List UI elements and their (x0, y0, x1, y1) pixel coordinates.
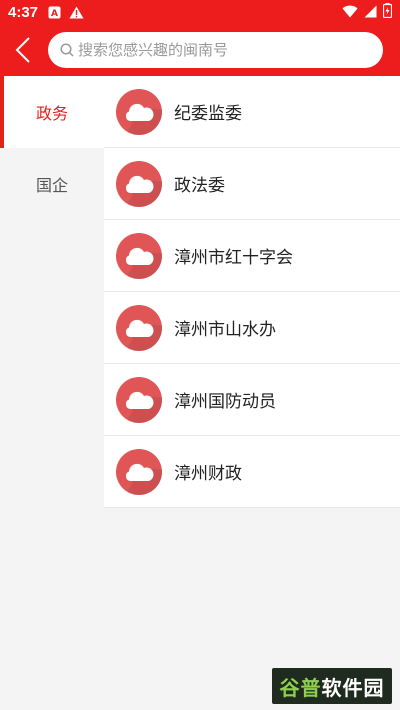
cloud-icon (125, 319, 154, 337)
battery-icon (382, 2, 393, 22)
list-item[interactable]: 漳州市红十字会 (104, 220, 400, 292)
cloud-icon (125, 247, 154, 265)
search-icon (60, 43, 74, 57)
cloud-icon (125, 175, 154, 193)
warning-icon (69, 6, 84, 19)
avatar (116, 304, 162, 351)
list-item-label: 政法委 (174, 176, 225, 196)
list-item[interactable]: 纪委监委 (104, 76, 400, 148)
watermark-logo: 谷普软件园 (272, 668, 392, 704)
signal-icon (364, 3, 377, 22)
account-list: 纪委监委 政法委 漳州市红十字会 漳州市山水办 漳州国防动员 漳州财政 (104, 76, 400, 508)
avatar (116, 160, 162, 207)
avatar (116, 448, 162, 495)
list-item[interactable]: 漳州国防动员 (104, 364, 400, 436)
watermark-part2: 软件园 (321, 675, 385, 700)
watermark-part1: 谷普 (279, 675, 322, 700)
cloud-icon (125, 463, 154, 481)
svg-text:A: A (51, 9, 58, 19)
list-item-label: 漳州市红十字会 (174, 248, 293, 268)
app-bar (0, 24, 400, 76)
notification-a-icon: A (48, 6, 61, 19)
cloud-icon (125, 103, 154, 121)
back-button[interactable] (0, 24, 46, 76)
list-item[interactable]: 政法委 (104, 148, 400, 220)
list-item[interactable]: 漳州财政 (104, 436, 400, 508)
wifi-icon (342, 3, 358, 22)
avatar (116, 88, 162, 135)
list-item-label: 漳州市山水办 (174, 320, 276, 340)
sidebar: 政务 国企 (0, 76, 104, 710)
search-box[interactable] (48, 32, 383, 68)
status-bar: 4:37 A (0, 0, 400, 24)
list-item-label: 纪委监委 (174, 104, 242, 124)
sidebar-tab-state-enterprise[interactable]: 国企 (0, 148, 104, 220)
search-input[interactable] (78, 41, 338, 59)
sidebar-tab-label: 政务 (35, 104, 68, 123)
cloud-icon (125, 391, 154, 409)
avatar (116, 232, 162, 279)
chevron-left-icon (15, 37, 30, 63)
list-item-label: 漳州国防动员 (174, 392, 276, 412)
status-time: 4:37 (8, 3, 39, 21)
list-item[interactable]: 漳州市山水办 (104, 292, 400, 364)
avatar (116, 376, 162, 423)
sidebar-tab-government[interactable]: 政务 (0, 76, 104, 148)
sidebar-tab-label: 国企 (35, 176, 68, 195)
list-item-label: 漳州财政 (174, 464, 242, 484)
